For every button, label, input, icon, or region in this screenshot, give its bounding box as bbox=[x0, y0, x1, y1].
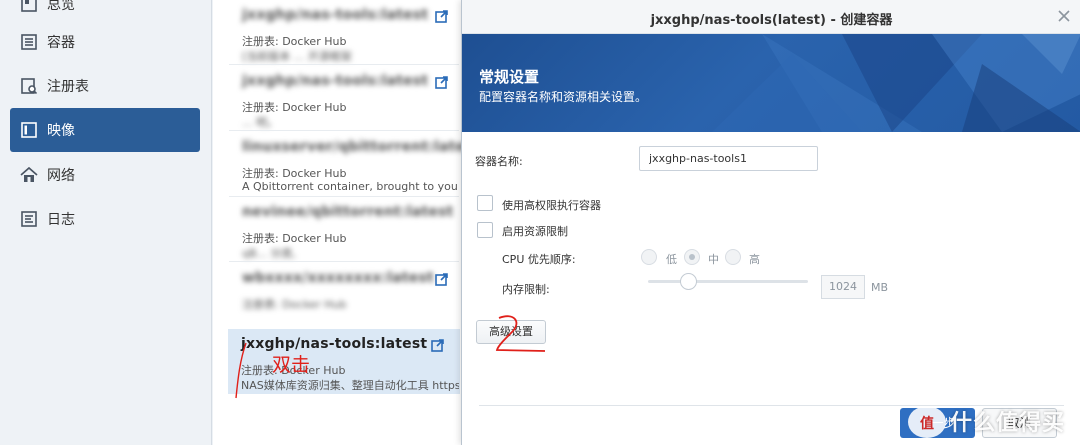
cpu-low-label: 低 bbox=[666, 253, 677, 266]
list-item-selected[interactable]: jxxghp/nas-tools:latest 注册表: Docker Hub … bbox=[228, 329, 460, 394]
advanced-settings-button[interactable]: 高级设置 bbox=[476, 320, 546, 344]
memory-limit-label: 内存限制: bbox=[502, 283, 550, 296]
watermark: 值 什么值得买 bbox=[902, 401, 1080, 441]
external-link-icon[interactable] bbox=[435, 76, 448, 89]
dialog-header-banner: 常规设置 配置容器名称和资源相关设置。 bbox=[462, 34, 1080, 132]
dialog-title: jxxghp/nas-tools(latest) - 创建容器 bbox=[650, 13, 893, 28]
image-description: NAS媒体库资源归集、整理自动化工具 https:// bbox=[241, 379, 459, 392]
image-title: linuxserver/qbittorrent:latest bbox=[242, 139, 461, 155]
image-description: qB... 分类, bbox=[242, 247, 297, 260]
cpu-priority-label: CPU 优先顺序: bbox=[502, 253, 576, 266]
list-item[interactable]: wbxxxx/xxxxxxxx:latest 注册表: Docker Hub bbox=[229, 263, 459, 328]
watermark-text: 什么值得买 bbox=[950, 411, 1066, 436]
double-click-annotation: 双击 bbox=[272, 354, 311, 376]
sidebar-item-label: 容器 bbox=[47, 35, 75, 51]
list-item[interactable]: jxxghp/nas-tools:latest 注册表: Docker Hub … bbox=[229, 66, 459, 131]
header-title: 常规设置 bbox=[479, 68, 540, 86]
sidebar: 总览 容器 注册表 映像 网络 日志 bbox=[0, 0, 212, 445]
cpu-medium-radio[interactable] bbox=[684, 249, 700, 265]
row-divider bbox=[229, 130, 459, 131]
list-item[interactable]: linuxserver/qbittorrent:latest 注册表: Dock… bbox=[229, 132, 461, 197]
registry-label: 注册表: Docker Hub bbox=[242, 35, 347, 48]
memory-value-field[interactable]: 1024 bbox=[821, 275, 865, 299]
create-container-dialog: jxxghp/nas-tools(latest) - 创建容器 常规设置 配置容… bbox=[461, 0, 1080, 445]
row-divider bbox=[229, 64, 459, 65]
svg-text:值: 值 bbox=[920, 415, 934, 432]
memory-unit-label: MB bbox=[871, 281, 889, 294]
cpu-medium-label: 中 bbox=[708, 253, 719, 266]
overview-icon bbox=[20, 0, 38, 13]
sidebar-item-registry[interactable]: 注册表 bbox=[10, 64, 200, 108]
image-title: jxxghp/nas-tools:latest bbox=[242, 73, 429, 89]
sidebar-item-label: 注册表 bbox=[47, 79, 89, 95]
list-item[interactable]: jxxghp/nas-tools:latest 注册表: Docker Hub … bbox=[229, 0, 459, 65]
sidebar-item-container[interactable]: 容器 bbox=[10, 20, 200, 64]
log-icon bbox=[20, 210, 38, 228]
cpu-high-radio[interactable] bbox=[725, 249, 741, 265]
sidebar-item-log[interactable]: 日志 bbox=[10, 197, 200, 241]
image-list: jxxghp/nas-tools:latest 注册表: Docker Hub … bbox=[213, 0, 461, 445]
sidebar-item-label: 网络 bbox=[47, 168, 75, 184]
image-description: A Qbittorrent container, brought to you … bbox=[242, 180, 460, 193]
cpu-low-radio[interactable] bbox=[641, 249, 657, 265]
sidebar-item-label: 日志 bbox=[47, 212, 75, 228]
memory-slider-handle[interactable] bbox=[680, 273, 697, 290]
resource-limit-checkbox[interactable] bbox=[477, 222, 493, 238]
external-link-icon[interactable] bbox=[435, 10, 448, 23]
cpu-high-label: 高 bbox=[749, 253, 760, 266]
row-divider bbox=[229, 261, 459, 262]
memory-slider-track[interactable] bbox=[648, 280, 808, 283]
privilege-label: 使用高权限执行容器 bbox=[502, 199, 601, 212]
image-description: ... 吧。 bbox=[242, 116, 278, 129]
resource-limit-label: 启用资源限制 bbox=[502, 225, 568, 238]
registry-icon bbox=[20, 77, 38, 95]
registry-label: 注册表: Docker Hub bbox=[242, 232, 347, 245]
banner-pattern bbox=[712, 34, 1080, 132]
container-icon bbox=[20, 33, 38, 51]
image-title: jxxghp/nas-tools:latest bbox=[241, 336, 428, 352]
image-icon bbox=[20, 121, 38, 139]
registry-label: 注册表: Docker Hub bbox=[242, 167, 347, 180]
sidebar-item-image[interactable]: 映像 bbox=[10, 108, 200, 152]
dialog-titlebar[interactable]: jxxghp/nas-tools(latest) - 创建容器 bbox=[462, 0, 1080, 34]
sidebar-item-network[interactable]: 网络 bbox=[10, 153, 200, 197]
container-name-input[interactable] bbox=[639, 146, 818, 171]
registry-label: 注册表: Docker Hub bbox=[242, 298, 347, 311]
close-icon[interactable] bbox=[1056, 8, 1072, 24]
network-icon bbox=[20, 166, 38, 184]
image-description: [当前版本 ... 开源框架 bbox=[242, 50, 352, 63]
external-link-icon[interactable] bbox=[431, 339, 444, 352]
watermark-logo-icon: 值 bbox=[908, 406, 946, 438]
list-item[interactable]: nevinee/qbittorrent:latest 注册表: Docker H… bbox=[229, 197, 459, 262]
sidebar-item-label: 映像 bbox=[47, 123, 75, 139]
container-name-label: 容器名称: bbox=[475, 155, 523, 168]
registry-label: 注册表: Docker Hub bbox=[242, 101, 347, 114]
sidebar-item-label: 总览 bbox=[47, 0, 75, 13]
image-title: jxxghp/nas-tools:latest bbox=[242, 7, 429, 23]
external-link-icon[interactable] bbox=[435, 273, 448, 286]
image-title: nevinee/qbittorrent:latest bbox=[242, 204, 454, 220]
privilege-checkbox[interactable] bbox=[477, 195, 493, 211]
image-title: wbxxxx/xxxxxxxx:latest bbox=[242, 270, 434, 286]
header-subtitle: 配置容器名称和资源相关设置。 bbox=[479, 90, 648, 104]
